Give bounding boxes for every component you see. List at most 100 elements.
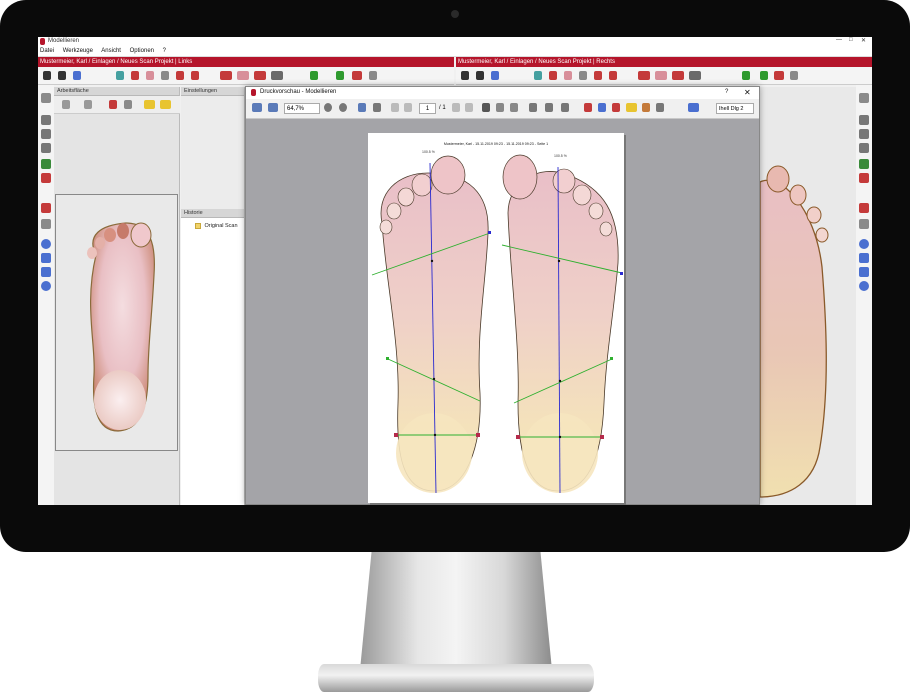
page-setup-icon[interactable] — [529, 103, 537, 112]
dialog-close-button[interactable]: ✕ — [744, 88, 751, 97]
foot-red-3-icon[interactable] — [609, 71, 617, 80]
rotate-icon[interactable] — [859, 143, 869, 153]
last-page-icon[interactable] — [465, 103, 473, 112]
thumbnail-icon[interactable] — [373, 103, 381, 112]
foot-pink-icon[interactable] — [146, 71, 154, 80]
close-window-button[interactable]: ✕ — [861, 37, 866, 44]
foot-m-icon[interactable] — [859, 203, 869, 213]
gray-tool-icon[interactable] — [790, 71, 798, 80]
foot-red-3-icon[interactable] — [191, 71, 199, 80]
rotate-icon[interactable] — [41, 143, 51, 153]
magnet-icon[interactable] — [859, 253, 869, 263]
fit-width-icon[interactable] — [252, 103, 262, 112]
foot-cyan-icon[interactable] — [116, 71, 124, 80]
add-insole-icon[interactable] — [760, 71, 768, 80]
circle-tool-icon[interactable] — [41, 239, 51, 249]
next-page-icon[interactable] — [452, 103, 460, 112]
foot-settings-icon[interactable] — [41, 219, 51, 229]
foot-pink-icon[interactable] — [564, 71, 572, 80]
view-select-icon[interactable] — [688, 103, 699, 112]
history-item[interactable]: Original Scan — [195, 223, 238, 229]
target-icon[interactable] — [41, 281, 51, 291]
foot-cyan-icon[interactable] — [534, 71, 542, 80]
insole-r-icon[interactable] — [310, 71, 318, 80]
foot-m-icon[interactable] — [41, 203, 51, 213]
foot-settings-icon[interactable] — [859, 219, 869, 229]
menu-werkzeuge[interactable]: Werkzeuge — [63, 48, 93, 54]
insole-r-icon[interactable] — [742, 71, 750, 80]
two-page-icon[interactable] — [496, 103, 504, 112]
page-input[interactable]: 1 — [419, 103, 436, 114]
shoe-icon[interactable] — [220, 71, 232, 80]
foot-red-icon[interactable] — [131, 71, 139, 80]
import-icon[interactable] — [41, 159, 51, 169]
save-as-icon[interactable] — [476, 71, 484, 80]
zoom-in-icon[interactable] — [339, 103, 347, 112]
foot-outline-icon[interactable] — [124, 100, 132, 109]
shape-icon[interactable] — [859, 267, 869, 277]
menu-datei[interactable]: Datei — [40, 48, 54, 54]
scan-icon[interactable] — [491, 71, 499, 80]
connect-icon[interactable] — [352, 71, 362, 80]
foot-gray-icon[interactable] — [161, 71, 169, 80]
measure-icon[interactable] — [642, 103, 650, 112]
zoom-select[interactable]: 64,7% — [284, 103, 320, 114]
save-as-icon[interactable] — [58, 71, 66, 80]
dialog-help-button[interactable]: ? — [725, 89, 728, 95]
save-icon[interactable] — [43, 71, 51, 80]
info-icon[interactable] — [598, 103, 606, 112]
preview-page[interactable]: Mustermeier, Karl - 15.11.2019 09:23 - 1… — [368, 133, 624, 503]
menu-help[interactable]: ? — [163, 48, 166, 54]
scan-icon[interactable] — [73, 71, 81, 80]
shoe-gray-icon[interactable] — [271, 71, 283, 80]
prev-page-icon[interactable] — [404, 103, 412, 112]
export-pdf-icon[interactable] — [561, 103, 569, 112]
one-page-icon[interactable] — [358, 103, 366, 112]
export-icon[interactable] — [41, 173, 51, 183]
shoe-icon[interactable] — [638, 71, 650, 80]
minimize-button[interactable]: — — [836, 37, 842, 43]
foot-pdf-icon[interactable] — [584, 103, 592, 112]
menu-optionen[interactable]: Optionen — [130, 48, 154, 54]
multi-page-icon[interactable] — [510, 103, 518, 112]
shoe-red-icon[interactable] — [672, 71, 684, 80]
comment-add-icon[interactable] — [160, 100, 171, 109]
undo-icon[interactable] — [859, 115, 869, 125]
ruler-icon[interactable] — [859, 93, 869, 103]
zoom-out-icon[interactable] — [324, 103, 332, 112]
foot-check-icon[interactable] — [109, 100, 117, 109]
gray-tool-icon[interactable] — [369, 71, 377, 80]
left-foot-canvas[interactable] — [55, 194, 178, 451]
settings-gear-icon[interactable] — [656, 103, 664, 112]
menu-ansicht[interactable]: Ansicht — [101, 48, 121, 54]
shape-icon[interactable] — [41, 267, 51, 277]
export-icon[interactable] — [859, 173, 869, 183]
target-icon[interactable] — [859, 281, 869, 291]
foot-red-2-icon[interactable] — [176, 71, 184, 80]
comment-icon[interactable] — [144, 100, 155, 109]
save-icon[interactable] — [461, 71, 469, 80]
single-view-icon[interactable] — [482, 103, 490, 112]
undo-icon[interactable] — [41, 115, 51, 125]
print-icon[interactable] — [545, 103, 553, 112]
square-icon[interactable] — [62, 100, 70, 109]
shoe-pink-icon[interactable] — [655, 71, 667, 80]
foot-red-icon[interactable] — [549, 71, 557, 80]
shoe-red-icon[interactable] — [254, 71, 266, 80]
foot-gray-icon[interactable] — [579, 71, 587, 80]
maximize-button[interactable]: □ — [849, 37, 853, 43]
note-icon[interactable] — [626, 103, 637, 112]
magnet-icon[interactable] — [41, 253, 51, 263]
shoe-pink-icon[interactable] — [237, 71, 249, 80]
tool-icon[interactable] — [84, 100, 92, 109]
fit-page-icon[interactable] — [268, 103, 278, 112]
template-select[interactable]: Ihell Dlg 2 — [716, 103, 754, 114]
foot-red-2-icon[interactable] — [594, 71, 602, 80]
first-page-icon[interactable] — [391, 103, 399, 112]
redo-icon[interactable] — [859, 129, 869, 139]
redo-icon[interactable] — [41, 129, 51, 139]
ruler-icon[interactable] — [41, 93, 51, 103]
import-icon[interactable] — [859, 159, 869, 169]
add-insole-icon[interactable] — [336, 71, 344, 80]
report-icon[interactable] — [612, 103, 620, 112]
